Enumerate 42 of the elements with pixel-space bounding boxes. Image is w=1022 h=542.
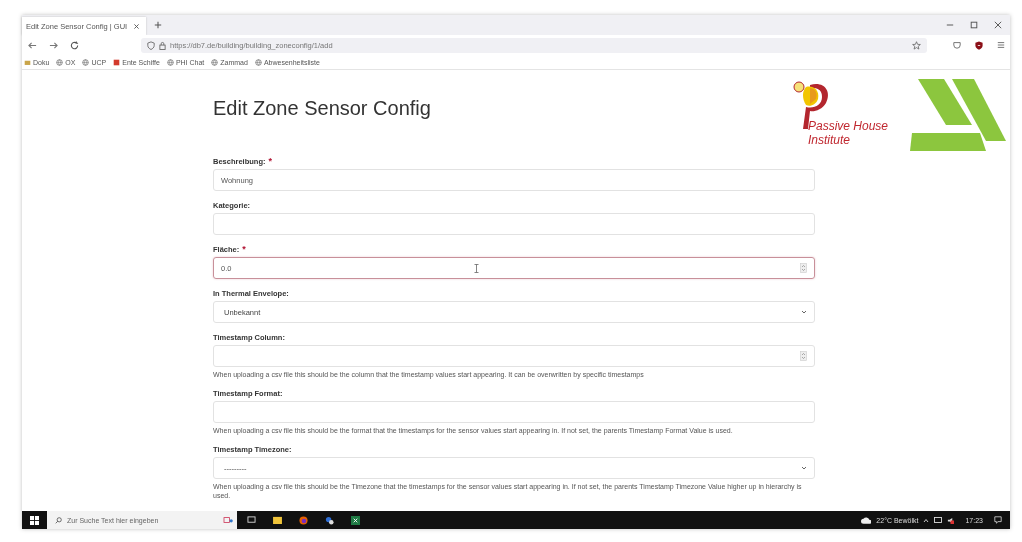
lock-icon bbox=[159, 40, 166, 50]
text-cursor-icon bbox=[474, 264, 479, 273]
maximize-icon[interactable] bbox=[970, 21, 978, 29]
folder-icon[interactable] bbox=[273, 516, 282, 524]
speaker-icon bbox=[947, 516, 955, 524]
globe-icon bbox=[211, 58, 219, 66]
forward-icon[interactable] bbox=[49, 40, 58, 50]
logo-text: Passive House bbox=[808, 119, 889, 133]
shield-icon[interactable] bbox=[975, 40, 983, 50]
chevron-up-icon[interactable] bbox=[923, 517, 930, 523]
reload-icon[interactable] bbox=[70, 40, 79, 50]
globe-icon bbox=[56, 58, 64, 66]
close-icon[interactable] bbox=[133, 22, 141, 30]
browser-icon[interactable] bbox=[299, 515, 308, 525]
page-title: Edit Zone Sensor Config bbox=[213, 97, 432, 120]
star-icon[interactable] bbox=[912, 40, 921, 50]
input-field[interactable] bbox=[213, 401, 815, 423]
spreadsheet-icon[interactable] bbox=[351, 515, 360, 525]
caret-icon bbox=[801, 310, 807, 314]
required-marker: * bbox=[242, 244, 246, 254]
start-icon[interactable] bbox=[30, 515, 39, 525]
globe-icon bbox=[82, 58, 90, 66]
logo-text: Institute bbox=[808, 133, 851, 147]
folder-icon bbox=[24, 58, 31, 66]
caret-icon bbox=[801, 466, 807, 470]
shield-icon bbox=[147, 40, 155, 50]
plus-icon[interactable] bbox=[154, 21, 163, 29]
input-field[interactable] bbox=[213, 345, 815, 367]
close-icon[interactable] bbox=[994, 21, 1002, 29]
square-icon bbox=[113, 58, 121, 66]
search-icon bbox=[55, 516, 62, 524]
globe-icon bbox=[166, 58, 174, 66]
globe-icon bbox=[254, 58, 262, 66]
required-marker: * bbox=[268, 156, 273, 166]
input-field[interactable] bbox=[213, 213, 815, 235]
pocket-icon[interactable] bbox=[953, 40, 961, 49]
notification-icon[interactable] bbox=[994, 516, 1002, 524]
monitor-icon bbox=[934, 516, 943, 524]
back-icon[interactable] bbox=[28, 40, 37, 50]
cloud-icon bbox=[861, 516, 872, 524]
menu-icon[interactable] bbox=[997, 40, 1005, 49]
task-view-icon[interactable] bbox=[247, 516, 256, 524]
